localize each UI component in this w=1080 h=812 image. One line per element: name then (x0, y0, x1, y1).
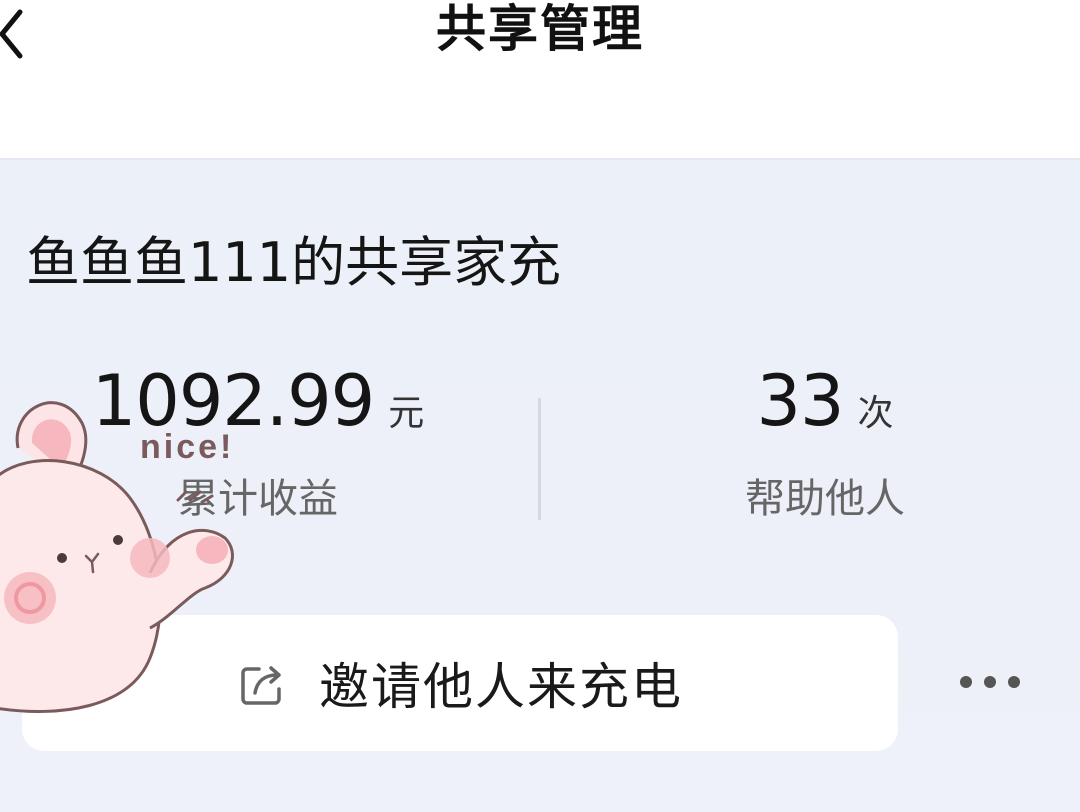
earnings-value: 1092.99 (91, 360, 375, 442)
earnings-label: 累计收益 (178, 476, 338, 522)
share-icon (241, 666, 281, 705)
helped-label: 帮助他人 (745, 476, 905, 522)
invite-button-label: 邀请他人来充电 (319, 658, 683, 716)
stat-divider (538, 398, 541, 520)
page-title: 共享管理 (436, 0, 644, 58)
helped-value: 33 (756, 360, 844, 442)
header: 共享管理 (0, 0, 1080, 158)
earnings-unit: 元 (388, 393, 425, 434)
card-title: 鱼鱼鱼111的共享家充 (26, 231, 562, 294)
invite-button[interactable]: 邀请他人来充电 (22, 615, 898, 751)
shared-charger-card: 鱼鱼鱼111的共享家充 1092.99 元 累计收益 33 次 帮助他人 邀请他… (0, 158, 1080, 812)
helped-stat: 33 次 帮助他人 (575, 360, 1075, 524)
more-button[interactable] (950, 660, 1030, 704)
earnings-stat: 1092.99 元 累计收益 (8, 360, 508, 524)
more-dots-icon (960, 676, 1020, 688)
helped-unit: 次 (857, 393, 894, 434)
